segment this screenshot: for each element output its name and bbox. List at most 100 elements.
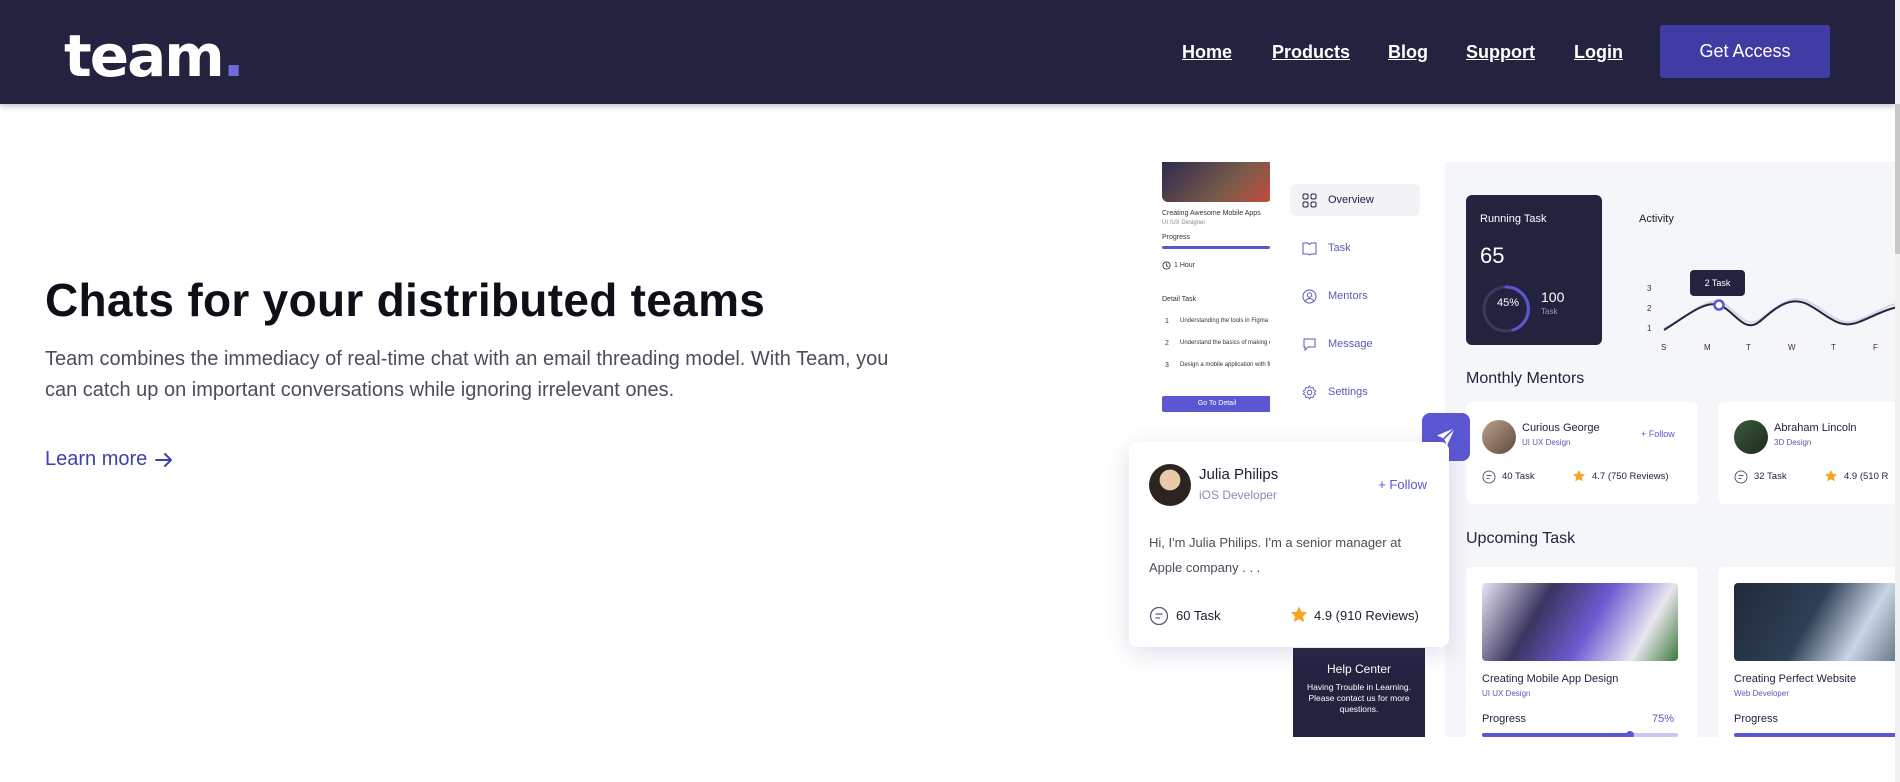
nav-support[interactable]: Support bbox=[1466, 40, 1535, 64]
course-title: Creating Awesome Mobile Apps bbox=[1162, 210, 1261, 217]
mentor-card[interactable]: Curious George UI UX Design + Follow 40 … bbox=[1466, 402, 1698, 504]
task-progress-track bbox=[1482, 733, 1678, 737]
sidebar-item-mentors[interactable]: Mentors bbox=[1290, 280, 1420, 312]
dashboard-main: Running Task 65 45% 100 Task Activity Th… bbox=[1445, 162, 1895, 737]
task-card[interactable]: Creating Mobile App Design UI UX Design … bbox=[1466, 567, 1698, 737]
mentor-tasks: 40 Task bbox=[1502, 471, 1535, 482]
running-task-percent: 45% bbox=[1496, 297, 1520, 309]
avatar bbox=[1482, 420, 1516, 454]
task-progress-label: Progress bbox=[1482, 713, 1527, 725]
sidebar-item-overview[interactable]: Overview bbox=[1290, 184, 1420, 216]
user-icon bbox=[1302, 289, 1317, 304]
task-image bbox=[1734, 583, 1895, 661]
running-task-title: Running Task bbox=[1480, 213, 1547, 225]
go-to-detail-button[interactable]: Go To Detail bbox=[1162, 396, 1272, 412]
learn-more-link[interactable]: Learn more bbox=[45, 446, 173, 472]
course-role: UI /UX Designer bbox=[1162, 220, 1206, 226]
profile-role: iOS Developer bbox=[1199, 488, 1278, 502]
mentor-role: UI UX Design bbox=[1522, 438, 1571, 447]
scrollbar-thumb[interactable] bbox=[1895, 104, 1900, 254]
detail-item-text: Design a mobile application with fi bbox=[1180, 362, 1271, 368]
task-icon bbox=[1734, 470, 1748, 484]
sidebar-item-label: Message bbox=[1328, 338, 1373, 350]
nav-products[interactable]: Products bbox=[1272, 40, 1350, 64]
sidebar-item-task[interactable]: Task bbox=[1290, 232, 1420, 264]
mentor-card[interactable]: Abraham Lincoln 3D Design 32 Task 4.9 (5… bbox=[1718, 402, 1895, 504]
y-tick: 1 bbox=[1647, 324, 1652, 333]
running-task-card: Running Task 65 45% 100 Task bbox=[1466, 195, 1602, 345]
task-role: Web Developer bbox=[1734, 689, 1789, 698]
x-tick: F bbox=[1873, 343, 1878, 352]
task-role: UI UX Design bbox=[1482, 689, 1531, 698]
nav-blog[interactable]: Blog bbox=[1388, 40, 1428, 64]
mentor-role: 3D Design bbox=[1774, 438, 1812, 447]
detail-item-num: 3 bbox=[1165, 362, 1169, 369]
book-icon bbox=[1302, 242, 1317, 256]
task-title: Creating Mobile App Design bbox=[1482, 673, 1619, 685]
detail-task-label: Detail Task bbox=[1162, 296, 1197, 303]
upcoming-task-title: Upcoming Task bbox=[1466, 530, 1576, 547]
activity-line bbox=[1663, 298, 1895, 331]
course-detail-panel: Creating Awesome Mobile Apps UI /UX Desi… bbox=[1150, 162, 1273, 432]
help-center-card[interactable]: Help Center Having Trouble in Learning. … bbox=[1293, 648, 1425, 737]
help-title: Help Center bbox=[1326, 662, 1392, 676]
follow-button[interactable]: + Follow bbox=[1378, 477, 1427, 492]
sidebar-item-settings[interactable]: Settings bbox=[1290, 376, 1420, 408]
progress-ring bbox=[1482, 285, 1530, 333]
gear-icon bbox=[1302, 385, 1317, 400]
help-text: Having Trouble in Learning. Please conta… bbox=[1307, 682, 1411, 714]
task-card[interactable]: Creating Perfect Website Web Developer P… bbox=[1718, 567, 1895, 737]
profile-rating: 4.9 (910 Reviews) bbox=[1314, 608, 1419, 623]
x-tick: S bbox=[1661, 343, 1667, 352]
nav-login[interactable]: Login bbox=[1574, 40, 1623, 64]
detail-item-text: Understanding the tools in Figma bbox=[1180, 318, 1269, 324]
task-progress-fill bbox=[1734, 733, 1895, 737]
sidebar-item-label: Task bbox=[1328, 242, 1351, 254]
arrow-right-icon bbox=[155, 453, 173, 467]
profile-name: Julia Philips bbox=[1199, 466, 1279, 483]
sidebar-item-label: Settings bbox=[1328, 386, 1368, 398]
mentor-name: Abraham Lincoln bbox=[1774, 422, 1857, 434]
clock-icon bbox=[1162, 261, 1171, 270]
progress-handle[interactable] bbox=[1626, 731, 1634, 737]
hero-title: Chats for your distributed teams bbox=[45, 274, 766, 326]
task-image bbox=[1482, 583, 1678, 661]
mentor-rating: 4.7 (750 Reviews) bbox=[1592, 471, 1669, 482]
profile-card[interactable]: Julia Philips iOS Developer + Follow Hi,… bbox=[1129, 442, 1449, 647]
grid-icon bbox=[1302, 193, 1317, 208]
activity-chart: Activity Th 2 Task 3 2 1 S M T W T F bbox=[1615, 195, 1895, 352]
learn-more-label: Learn more bbox=[45, 448, 148, 470]
avatar bbox=[1149, 464, 1191, 506]
course-duration: 1 Hour bbox=[1174, 262, 1196, 269]
mentor-rating: 4.9 (510 R bbox=[1844, 471, 1889, 482]
task-progress-percent: 75% bbox=[1652, 713, 1675, 725]
sidebar-item-message[interactable]: Message bbox=[1290, 328, 1420, 360]
running-task-count: 65 bbox=[1480, 243, 1505, 268]
nav-home[interactable]: Home bbox=[1182, 40, 1232, 64]
course-thumbnail bbox=[1162, 162, 1272, 202]
activity-title: Activity bbox=[1639, 213, 1674, 225]
profile-bio: Hi, I'm Julia Philips. I'm a senior mana… bbox=[1149, 535, 1402, 575]
x-tick: W bbox=[1788, 343, 1796, 352]
hero-description: Team combines the immediacy of real-time… bbox=[45, 348, 889, 401]
sidebar-item-label: Mentors bbox=[1328, 290, 1368, 302]
detail-item-num: 1 bbox=[1165, 318, 1169, 325]
task-progress-label: Progress bbox=[1734, 713, 1779, 725]
profile-tasks: 60 Task bbox=[1176, 608, 1221, 623]
monthly-mentors-title: Monthly Mentors bbox=[1466, 370, 1585, 387]
running-task-total: 100 bbox=[1541, 289, 1565, 305]
course-progress-bar bbox=[1162, 246, 1270, 249]
get-access-button[interactable]: Get Access bbox=[1660, 25, 1830, 78]
detail-item-text: Understand the basics of making d bbox=[1180, 340, 1273, 346]
course-progress-label: Progress bbox=[1162, 234, 1191, 241]
avatar bbox=[1734, 420, 1768, 454]
y-tick: 3 bbox=[1647, 284, 1652, 293]
star-icon bbox=[1825, 470, 1837, 482]
star-icon bbox=[1290, 606, 1308, 622]
chat-icon bbox=[1303, 338, 1316, 352]
follow-button[interactable]: + Follow bbox=[1641, 429, 1675, 439]
site-header: team. Home Products Blog Support Login G… bbox=[0, 0, 1895, 104]
star-icon bbox=[1573, 470, 1585, 482]
main-nav: Home Products Blog Support Login bbox=[0, 40, 1895, 64]
mentor-tasks: 32 Task bbox=[1754, 471, 1787, 482]
